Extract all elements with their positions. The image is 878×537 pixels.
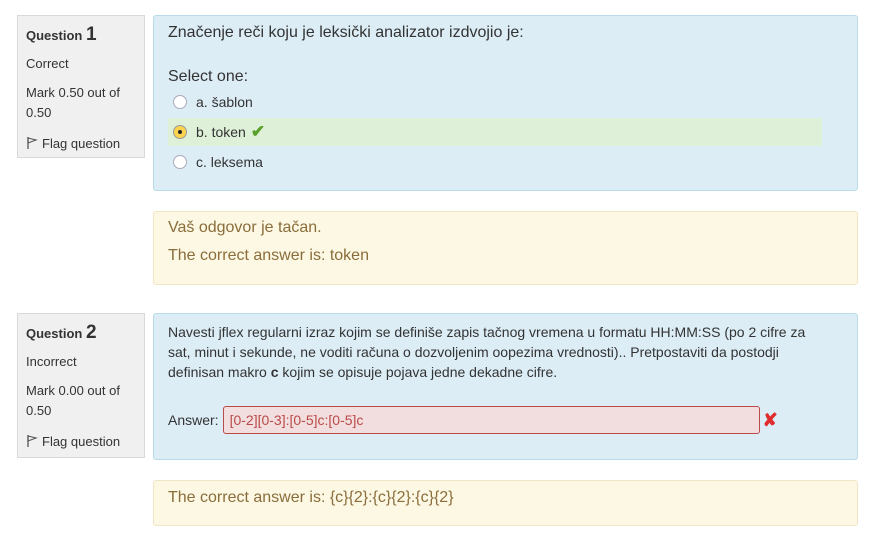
option-label: c. leksema: [196, 154, 263, 170]
question-2-info: Question 2 Incorrect Mark 0.00 out of 0.…: [17, 313, 145, 458]
flag-icon: [26, 133, 38, 153]
right-answer: The correct answer is: {c}{2}:{c}{2}:{c}…: [168, 489, 454, 506]
answer-option-b[interactable]: b. token ✔: [168, 118, 822, 146]
question-number-value: 2: [85, 322, 97, 343]
correct-check-icon: ✔: [250, 122, 266, 141]
question-grade: Mark 0.50 out of 0.50: [26, 85, 120, 120]
flag-question-button[interactable]: Flag question: [26, 133, 144, 153]
radio-button[interactable]: [173, 95, 187, 109]
flag-question-button[interactable]: Flag question: [26, 431, 144, 451]
answer-label: Answer:: [168, 412, 219, 428]
question-label: Question: [26, 326, 83, 341]
answer-row: Answer: ✘: [168, 406, 778, 434]
question-grade: Mark 0.00 out of 0.50: [26, 383, 120, 418]
question-number: Question 1: [26, 24, 144, 46]
question-label: Question: [26, 28, 83, 43]
question-state: Correct: [26, 56, 69, 71]
feedback-text: Vaš odgovor je tačan.: [168, 219, 322, 236]
question-state: Incorrect: [26, 354, 77, 369]
question-2-formulation: Navesti jflex regularni izraz kojim se d…: [153, 313, 858, 460]
question-1-feedback: Vaš odgovor je tačan. The correct answer…: [153, 211, 858, 285]
right-answer: The correct answer is: token: [168, 247, 369, 264]
question-text: Navesti jflex regularni izraz kojim se d…: [168, 322, 808, 382]
flag-question-label: Flag question: [42, 135, 121, 151]
answer-input[interactable]: [222, 406, 760, 434]
macro-name: c: [270, 364, 279, 380]
question-number-value: 1: [85, 24, 97, 45]
incorrect-cross-icon: ✘: [762, 409, 778, 430]
question-text: Značenje reči koju je leksički analizato…: [168, 24, 524, 41]
radio-button-selected[interactable]: [173, 125, 187, 139]
question-1-info: Question 1 Correct Mark 0.50 out of 0.50…: [17, 15, 145, 158]
question-2-feedback: The correct answer is: {c}{2}:{c}{2}:{c}…: [153, 480, 858, 526]
option-label: a. šablon: [196, 94, 253, 110]
flag-question-label: Flag question: [42, 433, 121, 449]
flag-icon: [26, 431, 38, 451]
question-text-part: kojim se opisuje pojava jedne dekadne ci…: [278, 364, 558, 380]
question-number: Question 2: [26, 322, 144, 344]
radio-button[interactable]: [173, 155, 187, 169]
select-one-prompt: Select one:: [168, 68, 249, 85]
option-label: b. token: [196, 124, 246, 140]
answer-option-c[interactable]: c. leksema: [168, 148, 822, 176]
question-1-formulation: Značenje reči koju je leksički analizato…: [153, 15, 858, 191]
answer-option-a[interactable]: a. šablon: [168, 88, 822, 116]
